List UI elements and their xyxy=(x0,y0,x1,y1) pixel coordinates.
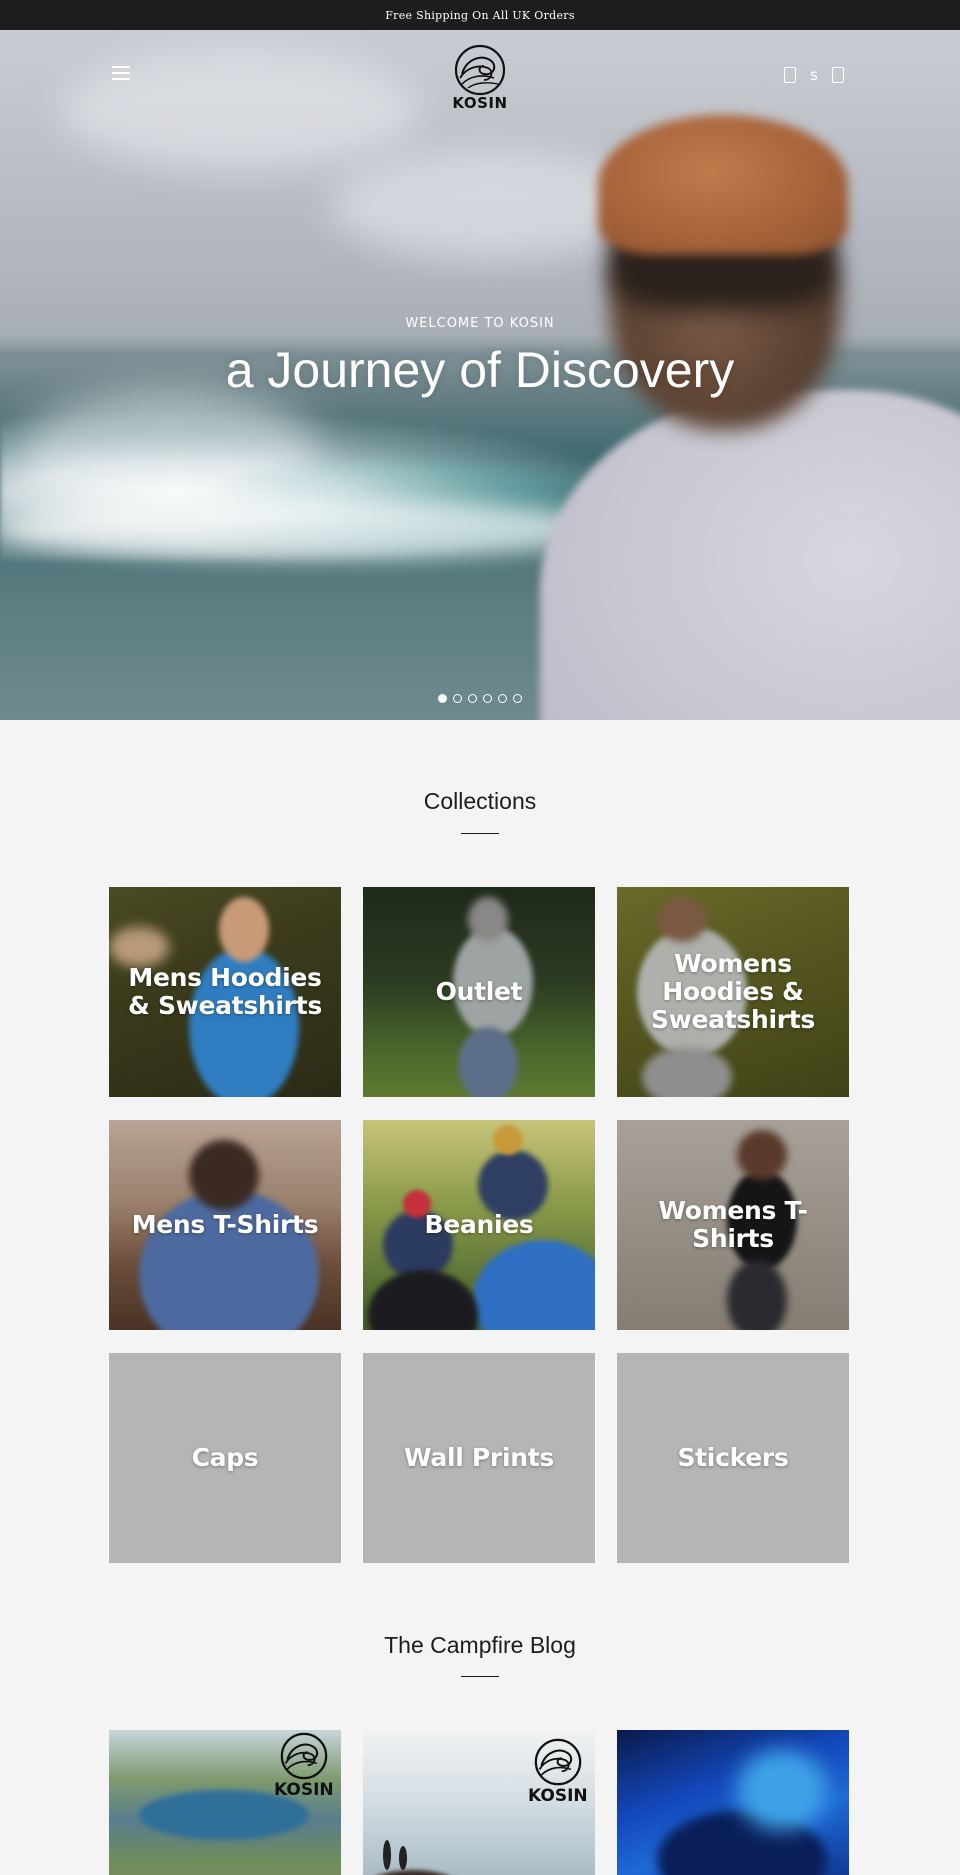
collection-tile-stickers[interactable]: Stickers xyxy=(617,1353,849,1563)
slide-dot-6[interactable] xyxy=(513,694,522,703)
search-icon[interactable] xyxy=(784,67,797,83)
blog-divider xyxy=(461,1676,499,1677)
collection-label: Womens Hoodies & Sweatshirts xyxy=(651,949,815,1034)
collection-label: Beanies xyxy=(424,1210,534,1239)
kosin-wave-logo-icon xyxy=(454,44,506,96)
account-link[interactable]: s xyxy=(810,66,818,84)
blog-logo-text: KOSIN xyxy=(528,1786,588,1806)
collection-tile-mens-tshirts[interactable]: Mens T-Shirts xyxy=(109,1120,341,1330)
hero-photo-foam xyxy=(0,500,620,560)
logo-text: KOSIN xyxy=(452,94,508,112)
blog-logo-text: KOSIN xyxy=(274,1780,334,1800)
slide-dot-5[interactable] xyxy=(498,694,507,703)
hamburger-menu-icon[interactable] xyxy=(112,66,130,80)
collections-divider xyxy=(461,833,499,834)
cart-icon[interactable] xyxy=(832,67,844,83)
announcement-text: Free Shipping On All UK Orders xyxy=(385,8,575,22)
blog-card-image[interactable] xyxy=(617,1730,849,1875)
collection-label: Outlet xyxy=(435,977,523,1006)
collection-tile-womens-tshirts[interactable]: Womens T-Shirts xyxy=(617,1120,849,1330)
kosin-wave-logo-icon xyxy=(280,1732,328,1780)
hero-slideshow[interactable]: KOSIN s WELCOME TO KOSIN a Journey of Di… xyxy=(0,30,960,720)
blog-card-logo: KOSIN xyxy=(528,1738,588,1806)
collection-label: Stickers xyxy=(677,1443,789,1472)
hero-title: a Journey of Discovery xyxy=(225,342,735,398)
collections-title: Collections xyxy=(423,788,537,814)
collection-tile-mens-hoodies[interactable]: Mens Hoodies & Sweatshirts xyxy=(109,887,341,1097)
collection-tile-caps[interactable]: Caps xyxy=(109,1353,341,1563)
announcement-bar: Free Shipping On All UK Orders xyxy=(0,0,960,30)
collection-label: Mens T-Shirts xyxy=(131,1210,319,1239)
blog-card-image[interactable]: KOSIN xyxy=(109,1730,341,1875)
collection-label: Mens Hoodies & Sweatshirts xyxy=(128,963,322,1020)
slideshow-dots xyxy=(0,694,960,703)
site-logo[interactable]: KOSIN xyxy=(450,44,510,114)
blog-card-image[interactable]: KOSIN xyxy=(363,1730,595,1875)
slide-dot-4[interactable] xyxy=(483,694,492,703)
slide-dot-2[interactable] xyxy=(453,694,462,703)
collection-tile-wall-prints[interactable]: Wall Prints xyxy=(363,1353,595,1563)
kosin-wave-logo-icon xyxy=(534,1738,582,1786)
collection-label: Womens T-Shirts xyxy=(658,1196,808,1253)
collection-label: Caps xyxy=(191,1443,259,1472)
site-header: KOSIN s xyxy=(0,30,960,130)
collection-tile-womens-hoodies[interactable]: Womens Hoodies & Sweatshirts xyxy=(617,887,849,1097)
collection-label: Wall Prints xyxy=(404,1443,554,1472)
hero-photo-beanie xyxy=(598,115,848,255)
blog-card-logo: KOSIN xyxy=(274,1732,334,1800)
collection-tile-beanies[interactable]: Beanies xyxy=(363,1120,595,1330)
blog-title: The Campfire Blog xyxy=(384,1632,576,1658)
slide-dot-3[interactable] xyxy=(468,694,477,703)
hero-eyebrow: WELCOME TO KOSIN xyxy=(405,316,555,331)
header-icons: s xyxy=(784,66,844,84)
collection-tile-outlet[interactable]: Outlet xyxy=(363,887,595,1097)
hero-caption: WELCOME TO KOSIN a Journey of Discovery xyxy=(0,316,960,399)
slide-dot-1[interactable] xyxy=(438,694,447,703)
